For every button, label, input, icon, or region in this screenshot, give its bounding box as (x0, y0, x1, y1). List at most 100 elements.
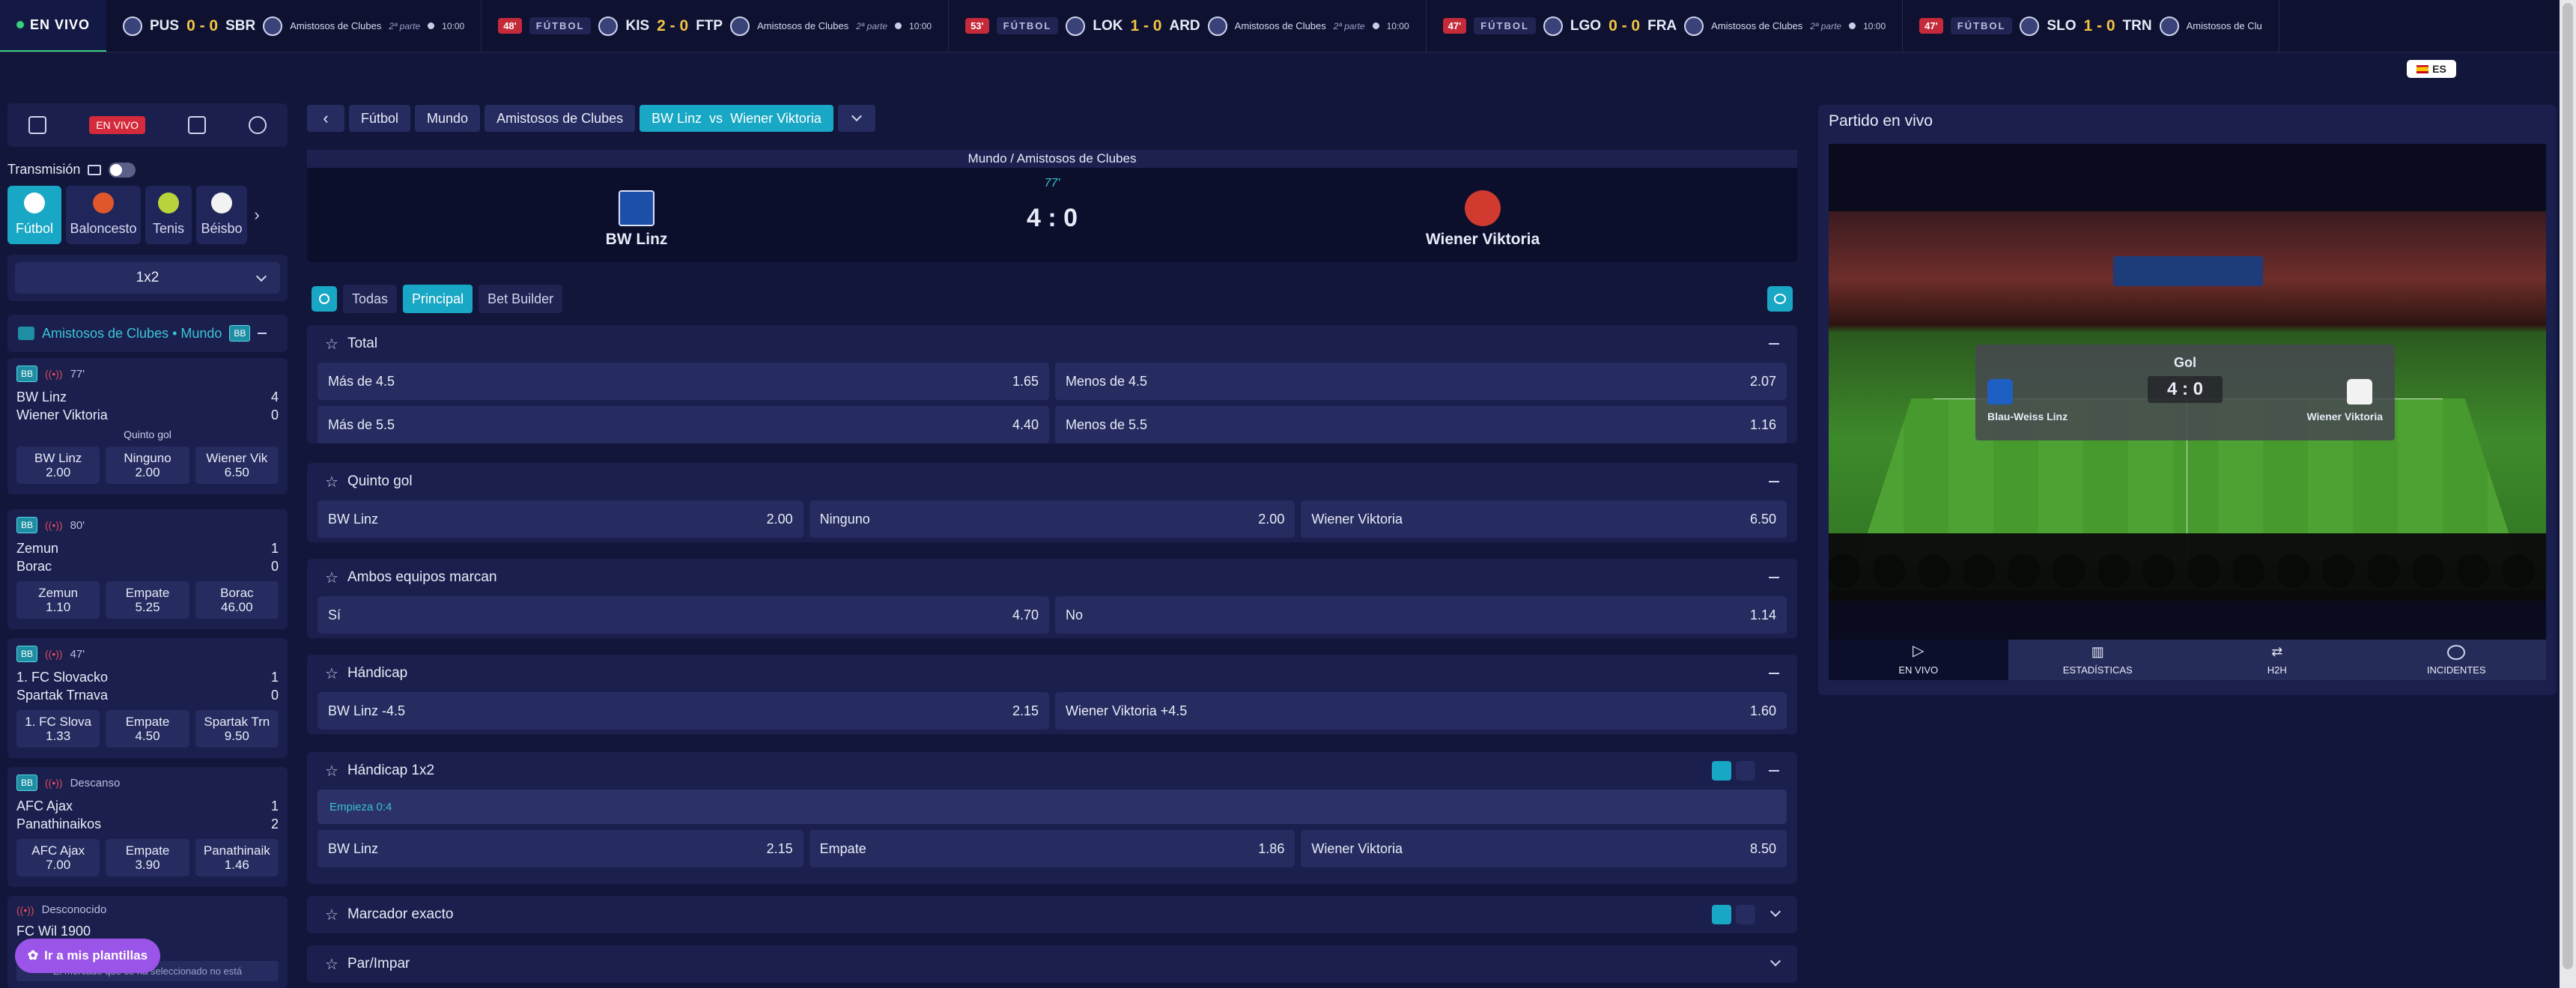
ticker-match[interactable]: 47' FÚTBOL LGO 0 - 0 FRA Amistosos de Cl… (1427, 0, 1904, 52)
market-header[interactable]: ☆ Quinto gol (307, 463, 1797, 500)
odd-button[interactable]: BW Linz 2.00 (16, 446, 100, 484)
breadcrumb-region[interactable]: Mundo (415, 105, 481, 132)
match-card[interactable]: BB ((•)) Descanso AFC Ajax 1 Panathinaikos 2… (7, 767, 288, 887)
match-card[interactable]: BB ((•)) 77' BW Linz 4 Wiener Viktoria 0 Qui… (7, 358, 288, 494)
tab-main[interactable]: Principal (403, 285, 473, 313)
market-header[interactable]: ☆ Marcador exacto (307, 896, 1797, 933)
odd-button[interactable]: Empate 1.86 (809, 830, 1295, 867)
ticker-match[interactable]: 48' FÚTBOL KIS 2 - 0 FTP Amistosos de Cl… (482, 0, 950, 52)
market-dropdown[interactable]: 1x2 (15, 262, 280, 294)
transmission-toggle[interactable] (109, 162, 136, 178)
collapse-icon[interactable] (258, 333, 267, 334)
language-selector[interactable]: ES (2407, 60, 2456, 78)
list-view-icon[interactable] (1736, 905, 1755, 924)
list-view-icon[interactable] (1736, 761, 1755, 781)
odd-button[interactable]: Panathinaik 1.46 (195, 839, 279, 876)
odd-button[interactable]: BW Linz 2.00 (318, 500, 804, 538)
market-header[interactable]: ☆ Hándicap (307, 655, 1797, 692)
market-header[interactable]: ☆ Par/Impar (307, 945, 1797, 983)
odd-button[interactable]: Empate 5.25 (106, 581, 189, 619)
collapse-icon[interactable] (1769, 343, 1779, 345)
live-nav-button[interactable]: EN VIVO (89, 116, 145, 134)
odd-button[interactable]: Wiener Viktoria 8.50 (1301, 830, 1787, 867)
odd-button[interactable]: Wiener Viktoria +4.5 1.60 (1055, 692, 1787, 730)
grid-view-icon[interactable] (1712, 905, 1731, 924)
odd-button[interactable]: Ninguno 2.00 (809, 500, 1295, 538)
page-scrollbar[interactable] (2560, 0, 2576, 988)
odd-button[interactable]: BW Linz 2.15 (318, 830, 804, 867)
odd-button[interactable]: Zemun 1.10 (16, 581, 100, 619)
ticker-match[interactable]: PUS 0 - 0 SBR Amistosos de Clubes 2ª par… (106, 0, 482, 52)
market-tabs: Todas Principal Bet Builder (307, 283, 1797, 315)
live-tab[interactable]: EN VIVO (0, 0, 106, 52)
odd-button[interactable]: Wiener Viktoria 6.50 (1301, 500, 1787, 538)
ticker-match[interactable]: 53' FÚTBOL LOK 1 - 0 ARD Amistosos de Cl… (949, 0, 1427, 52)
scrollbar-thumb[interactable] (2563, 3, 2573, 969)
calendar-icon[interactable] (187, 116, 206, 134)
odd-button[interactable]: Wiener Vik 6.50 (195, 446, 279, 484)
sport-tennis[interactable]: Tenis (145, 186, 192, 244)
breadcrumb-sport[interactable]: Fútbol (349, 105, 411, 132)
sport-basketball[interactable]: Baloncesto (66, 186, 141, 244)
breadcrumb-match[interactable]: BW Linz vs Wiener Viktoria (640, 105, 833, 132)
tab-bet-builder[interactable]: Bet Builder (479, 285, 563, 313)
odd-button[interactable]: Spartak Trn 9.50 (195, 710, 279, 748)
match-card[interactable]: BB ((•)) 80' Zemun 1 Borac 0 Zemun 1.10 Empat… (7, 509, 288, 629)
chevron-down-icon[interactable] (1770, 955, 1781, 967)
home-icon[interactable] (28, 116, 47, 134)
market-header[interactable]: ☆ Hándicap 1x2 (307, 752, 1797, 790)
templates-button[interactable]: ✿ Ir a mis plantillas (15, 939, 160, 973)
match-card[interactable]: BB ((•)) 47' 1. FC Slovacko 1 Spartak Trnav… (7, 638, 288, 758)
clock-icon (1849, 22, 1856, 29)
star-icon[interactable]: ☆ (325, 906, 338, 924)
odd-button[interactable]: Ninguno 2.00 (106, 446, 189, 484)
tab-live[interactable]: ▷ EN VIVO (1829, 640, 2008, 680)
market-header[interactable]: ☆ Ambos equipos marcan (307, 559, 1797, 596)
odd-button[interactable]: Empate 4.50 (106, 710, 189, 748)
odd-button[interactable]: AFC Ajax 7.00 (16, 839, 100, 876)
collapse-icon[interactable] (1769, 770, 1779, 772)
odd-button[interactable]: Más de 4.5 1.65 (318, 363, 1049, 400)
back-button[interactable]: ‹ (307, 105, 344, 132)
sport-football[interactable]: Fútbol (7, 186, 61, 244)
match-dropdown-button[interactable] (837, 105, 875, 132)
collapse-icon[interactable] (1769, 673, 1779, 674)
soccer-ball-icon: FÚTBOL (1474, 17, 1536, 34)
star-icon[interactable]: ☆ (325, 569, 338, 587)
odd-button[interactable]: 1. FC Slova 1.33 (16, 710, 100, 748)
star-icon[interactable]: ☆ (325, 955, 338, 974)
ticker-match[interactable]: 47' FÚTBOL SLO 1 - 0 TRN Amistosos de Cl… (1903, 0, 2279, 52)
grid-view-icon[interactable] (1712, 761, 1731, 781)
odd-button[interactable]: No 1.14 (1055, 596, 1787, 634)
odd-button[interactable]: Menos de 4.5 2.07 (1055, 363, 1787, 400)
odd-button[interactable]: Borac 46.00 (195, 581, 279, 619)
star-icon[interactable]: ☆ (325, 335, 338, 354)
odd-button[interactable]: BW Linz -4.5 2.15 (318, 692, 1049, 730)
market-header[interactable]: ☆ Total (307, 325, 1797, 363)
soccer-ball-icon (24, 193, 45, 213)
chevron-down-icon[interactable] (1770, 906, 1781, 918)
tab-statistics[interactable]: ▥ ESTADÍSTICAS (2008, 640, 2188, 680)
sport-baseball[interactable]: Béisbo (196, 186, 247, 244)
odd-button[interactable]: Más de 5.5 4.40 (318, 406, 1049, 443)
chevron-right-icon[interactable]: › (252, 186, 262, 244)
search-button[interactable] (312, 286, 337, 312)
star-icon[interactable]: ☆ (325, 664, 338, 683)
star-icon[interactable]: ☆ (325, 473, 338, 491)
collapse-icon[interactable] (1769, 577, 1779, 578)
settings-icon[interactable] (248, 116, 267, 134)
tab-all[interactable]: Todas (343, 285, 398, 313)
away-team: Wiener Viktoria (1385, 190, 1580, 249)
odd-button[interactable]: Empate 3.90 (106, 839, 189, 876)
chat-button[interactable] (1767, 286, 1793, 312)
star-icon[interactable]: ☆ (325, 762, 338, 781)
stadium-screen (2113, 256, 2263, 286)
tab-h2h[interactable]: ⇄ H2H (2187, 640, 2367, 680)
competition-header[interactable]: Amistosos de Clubes • Mundo BB (7, 315, 288, 352)
odd-button[interactable]: Menos de 5.5 1.16 (1055, 406, 1787, 443)
breadcrumb-competition[interactable]: Amistosos de Clubes (484, 105, 636, 132)
odd-button[interactable]: Sí 4.70 (318, 596, 1049, 634)
live-broadcast-icon: ((•)) (45, 777, 63, 789)
collapse-icon[interactable] (1769, 481, 1779, 482)
tab-incidents[interactable]: INCIDENTES (2367, 640, 2547, 680)
